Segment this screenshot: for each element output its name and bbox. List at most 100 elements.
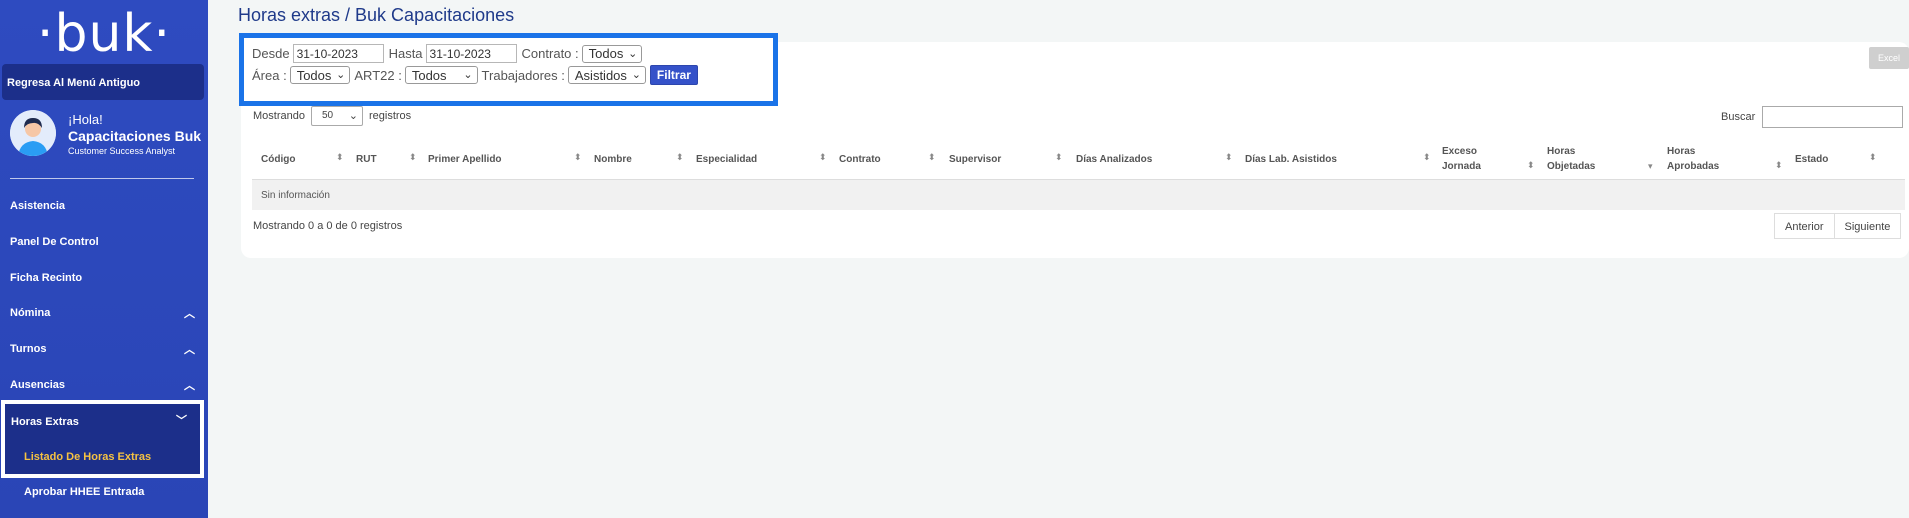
column-header-label: Horas <box>1547 146 1576 157</box>
sidebar-item-label: Turnos <box>10 343 47 355</box>
sidebar-item-turnos[interactable]: Turnos ︿ <box>0 333 208 365</box>
chevron-down-icon: ﹀ <box>176 415 187 427</box>
sort-icon[interactable]: ⬍ <box>676 152 684 163</box>
sidebar-item-panel-de-control[interactable]: Panel De Control <box>0 226 208 258</box>
excel-export-button[interactable]: Excel <box>1869 47 1909 69</box>
column-header-supervisor[interactable]: Supervisor <box>949 152 1001 167</box>
chevron-down-icon: ⌄ <box>336 69 346 81</box>
area-select-value: Todos <box>296 67 332 83</box>
contrato-select[interactable]: Todos ⌄ <box>581 44 643 63</box>
column-header-label: Contrato <box>839 154 881 165</box>
sort-icon[interactable]: ⬍ <box>1423 152 1431 163</box>
column-header-nombre[interactable]: Nombre <box>594 152 632 167</box>
desde-date-input[interactable] <box>292 44 384 63</box>
art22-label: ART22 : <box>354 67 402 83</box>
column-header-horas-aprobadas[interactable]: Horas Aprobadas <box>1667 144 1719 174</box>
sort-icon[interactable]: ⬍ <box>574 152 582 163</box>
column-header-label: Especialidad <box>696 154 758 165</box>
sidebar-item-horas-extras[interactable]: Horas Extras ﹀ <box>5 406 200 438</box>
column-header-contrato[interactable]: Contrato <box>839 152 881 167</box>
user-role: Customer Success Analyst <box>68 146 176 156</box>
sort-icon[interactable]: ⬍ <box>1225 152 1233 163</box>
sidebar-item-label: Asistencia <box>10 200 66 212</box>
sort-icon[interactable]: ⬍ <box>928 152 936 163</box>
sort-icon[interactable]: ⬍ <box>1527 160 1535 171</box>
avatar <box>10 110 56 156</box>
page-length-select[interactable]: 50 ⌄ <box>310 106 363 126</box>
column-header-label: Objetadas <box>1547 161 1596 172</box>
column-header-label: Horas <box>1667 146 1696 157</box>
sidebar-item-asistencia[interactable]: Asistencia <box>0 190 208 222</box>
sort-icon[interactable]: ⬍ <box>336 152 344 163</box>
chevron-down-icon: ⌄ <box>628 47 638 60</box>
column-header-label: Primer Apellido <box>428 154 502 165</box>
desde-label: Desde <box>252 46 290 61</box>
buk-logo[interactable]: ·buk· <box>0 6 208 62</box>
sidebar-item-label: Ausencias <box>10 379 66 391</box>
column-header-dias-analizados[interactable]: Días Analizados <box>1076 152 1152 167</box>
column-header-dias-lab-asistidos[interactable]: Días Lab. Asistidos <box>1245 152 1337 167</box>
column-header-exceso-jornada[interactable]: Exceso Jornada <box>1442 144 1481 174</box>
chevron-down-icon: ⌄ <box>463 69 473 81</box>
art22-select-value: Todos <box>411 67 447 83</box>
art22-select[interactable]: Todos ⌄ <box>404 66 478 84</box>
sidebar-item-ficha-recinto[interactable]: Ficha Recinto <box>0 262 208 294</box>
table-info: Mostrando 0 a 0 de 0 registros <box>253 220 403 232</box>
length-suffix: registros <box>368 110 412 122</box>
sidebar-item-ausencias[interactable]: Ausencias ︿ <box>0 369 208 401</box>
sort-icon[interactable]: ⬍ <box>1055 152 1063 163</box>
area-select[interactable]: Todos ⌄ <box>289 66 351 84</box>
search-input[interactable] <box>1762 106 1904 128</box>
chevron-down-icon: ⌄ <box>631 69 641 81</box>
hasta-label: Hasta <box>388 46 423 61</box>
length-prefix: Mostrando <box>253 110 305 122</box>
back-to-old-menu-button[interactable]: Regresa Al Menú Antiguo <box>2 64 204 100</box>
search-control: Buscar <box>1721 106 1904 128</box>
hasta-date-input[interactable] <box>425 44 517 63</box>
chevron-down-icon: ⌄ <box>348 110 358 122</box>
area-label: Área : <box>252 67 287 83</box>
sort-icon[interactable]: ⬍ <box>1869 152 1877 163</box>
sidebar-item-label: Horas Extras <box>11 416 79 428</box>
sidebar-subitem-listado-horas-extras[interactable]: Listado De Horas Extras <box>5 442 200 472</box>
trabajadores-select-value: Asistidos <box>574 67 627 83</box>
column-header-horas-objetadas[interactable]: Horas Objetadas <box>1547 144 1595 174</box>
column-header-label: Aprobadas <box>1667 161 1720 172</box>
column-header-codigo[interactable]: Código <box>261 152 295 167</box>
sidebar-divider <box>10 178 194 179</box>
column-header-label: Días Analizados <box>1076 154 1153 165</box>
sidebar-group-horas-extras: Horas Extras ﹀ Listado De Horas Extras <box>1 400 204 478</box>
trabajadores-label: Trabajadores : <box>481 67 565 83</box>
sidebar-subitem-aprobar-hhee-entrada[interactable]: Aprobar HHEE Entrada <box>0 477 208 507</box>
sidebar-subitem-label: Listado De Horas Extras <box>24 451 152 463</box>
chevron-up-icon: ︿ <box>184 344 195 356</box>
column-header-label: Estado <box>1795 154 1829 165</box>
greeting: ¡Hola! <box>68 112 103 127</box>
chevron-up-icon: ︿ <box>184 380 195 392</box>
chevron-up-icon: ︿ <box>184 308 195 320</box>
trabajadores-select[interactable]: Asistidos ⌄ <box>567 66 646 84</box>
column-header-label: Días Lab. Asistidos <box>1245 154 1337 165</box>
sort-desc-icon[interactable]: ▾ <box>1648 161 1653 172</box>
user-name: Capacitaciones Buk <box>68 128 202 144</box>
contrato-label: Contrato : <box>521 46 579 61</box>
column-header-label: Supervisor <box>949 154 1002 165</box>
column-header-primer-apellido[interactable]: Primer Apellido <box>428 152 502 167</box>
sort-icon[interactable]: ⬍ <box>409 152 417 163</box>
sidebar-item-label: Nómina <box>10 307 51 319</box>
search-label: Buscar <box>1721 111 1756 123</box>
page-title: Horas extras / Buk Capacitaciones <box>238 5 515 25</box>
sort-icon[interactable]: ⬍ <box>1775 160 1783 171</box>
column-header-especialidad[interactable]: Especialidad <box>696 152 757 167</box>
next-page-button[interactable]: Siguiente <box>1834 213 1902 239</box>
column-header-rut[interactable]: RUT <box>356 152 377 167</box>
sort-icon[interactable]: ⬍ <box>819 152 827 163</box>
filtrar-button[interactable]: Filtrar <box>649 65 698 85</box>
previous-page-button[interactable]: Anterior <box>1774 213 1835 239</box>
sidebar-item-nomina[interactable]: Nómina ︿ <box>0 297 208 329</box>
column-header-label: Exceso <box>1442 146 1478 157</box>
column-header-estado[interactable]: Estado <box>1795 152 1828 167</box>
sidebar-item-label: Ficha Recinto <box>10 272 83 284</box>
sidebar: ·buk· Regresa Al Menú Antiguo ¡Hola! Cap… <box>0 0 208 518</box>
filter-panel: Desde Hasta Contrato : Todos ⌄ Área : To… <box>239 33 778 106</box>
